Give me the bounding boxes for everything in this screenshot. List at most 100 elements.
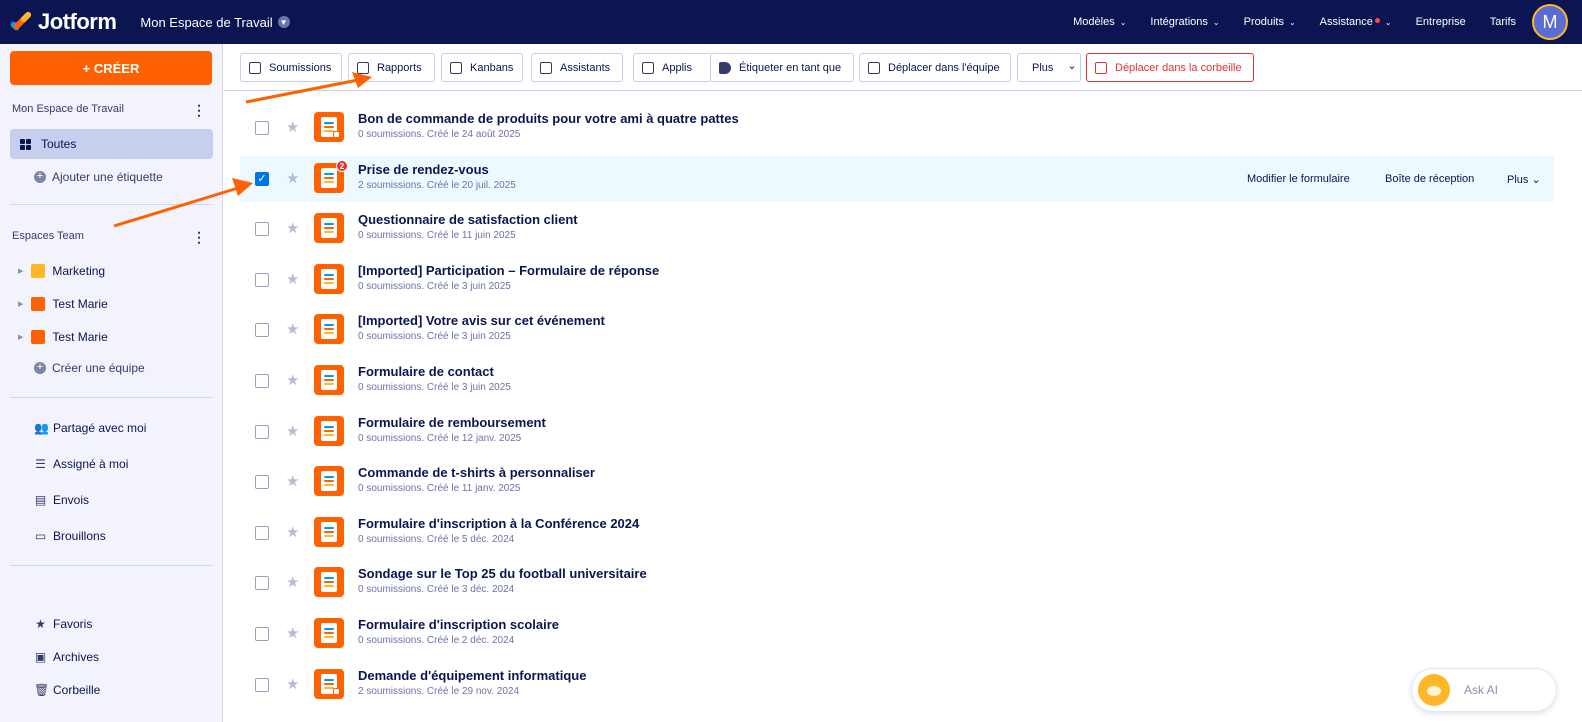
form-row[interactable]: ★ Formulaire d'inscription à la Conférenc… [240,510,1554,556]
form-checkbox[interactable] [255,272,269,287]
toolbar-button-trash[interactable]: Déplacer dans la corbeille [1086,53,1254,82]
nav-item-intégrations[interactable]: Intégrations ⌄ [1150,16,1219,28]
add-tag-link[interactable]: + Ajouter une étiquette [34,170,163,184]
toolbar-button-assistant[interactable]: Assistants [531,53,623,82]
nav-item-tarifs[interactable]: Tarifs [1490,16,1516,28]
favorite-star-icon[interactable]: ★ [286,472,299,490]
form-title[interactable]: [Imported] Participation – Formulaire de… [358,263,659,278]
favorite-star-icon[interactable]: ★ [286,422,299,440]
ask-ai-button[interactable]: Ask AI [1411,668,1557,712]
form-title[interactable]: Formulaire d'inscription à la Conférence… [358,516,639,531]
form-row[interactable]: ★ [Imported] Votre avis sur cet événement… [240,307,1554,353]
form-title[interactable]: Formulaire de contact [358,364,494,379]
form-row[interactable]: ★ Formulaire de remboursement 0 soumission… [240,409,1554,455]
form-title[interactable]: Questionnaire de satisfaction client [358,212,578,227]
edit-form-button[interactable]: Modifier le formulaire [1247,173,1350,185]
kanban-icon [450,61,462,74]
workspace-switcher[interactable]: Mon Espace de Travail ▼ [140,15,290,30]
sidebar-item-task-list[interactable]: ☰ Assigné à moi [34,457,128,471]
users-icon: 👥 [34,421,49,435]
favorite-star-icon[interactable]: ★ [286,169,299,187]
favorite-star-icon[interactable]: ★ [286,675,299,693]
assistant-icon [540,61,552,74]
top-navbar: Jotform Mon Espace de Travail ▼ Modèles ⌄… [0,0,1582,44]
sidebar-item-all[interactable]: Toutes [10,129,213,159]
nav-item-label: Entreprise [1415,16,1466,28]
sidebar-item-draft[interactable]: ▭ Brouillons [34,529,106,543]
form-subtitle: 0 soumissions. Créé le 3 juin 2025 [358,331,511,343]
toolbar-button-chevron-down[interactable]: Plus ⌄ [1017,53,1081,82]
more-button[interactable]: Plus ⌄ [1507,173,1541,186]
form-title[interactable]: Bon de commande de produits pour votre a… [358,111,739,126]
favorite-star-icon[interactable]: ★ [286,624,299,642]
form-title[interactable]: Formulaire de remboursement [358,415,546,430]
toolbar-button-table[interactable]: Soumissions [240,53,342,82]
form-checkbox[interactable] [255,121,269,135]
favorite-star-icon[interactable]: ★ [286,371,299,389]
form-row[interactable]: ★ [Imported] Participation – Formulaire d… [240,257,1554,303]
form-checkbox[interactable] [255,677,269,692]
nav-item-produits[interactable]: Produits ⌄ [1244,16,1296,28]
favorite-star-icon[interactable]: ★ [286,118,299,136]
favorite-star-icon[interactable]: ★ [286,573,299,591]
avatar[interactable]: M [1532,4,1568,40]
jotform-logo-icon [9,10,33,33]
jotform-logo[interactable]: Jotform [9,9,117,35]
create-button[interactable]: + CRÉER [10,51,212,85]
sidebar-team-item[interactable]: ▶ Marketing [18,264,105,278]
favorite-star-icon[interactable]: ★ [286,270,299,288]
sidebar-item-star[interactable]: ★ Favoris [34,617,92,631]
form-row[interactable]: ★ Formulaire d'inscription scolaire 0 soum… [240,611,1554,657]
sidebar-item-trash[interactable]: 🗑 Corbeille [34,683,100,697]
expand-triangle-icon[interactable]: ▶ [18,267,23,275]
form-title[interactable]: Prise de rendez-vous [358,162,489,177]
form-title[interactable]: Demande d'équipement informatique [358,668,586,683]
form-title[interactable]: Commande de t-shirts à personnaliser [358,465,595,480]
sidebar-item-users[interactable]: 👥 Partagé avec moi [34,421,146,435]
form-checkbox[interactable] [255,424,269,439]
form-title[interactable]: Sondage sur le Top 25 du football univer… [358,566,647,581]
form-checkbox[interactable] [255,576,269,591]
form-checkbox[interactable] [255,374,269,388]
toolbar-button-report[interactable]: Rapports [348,53,435,82]
nav-item-entreprise[interactable]: Entreprise [1416,16,1466,28]
sidebar-item-message[interactable]: ▤ Envois [34,493,89,507]
form-checkbox[interactable]: ✓ [255,171,269,186]
expand-triangle-icon[interactable]: ▶ [18,300,23,308]
form-checkbox[interactable] [255,475,269,490]
favorite-star-icon[interactable]: ★ [286,523,299,541]
teams-kebab-icon[interactable]: ⋮ [192,229,206,246]
sidebar-item-archive[interactable]: ▣ Archives [34,650,99,664]
form-row[interactable]: ★ Questionnaire de satisfaction client 0 s… [240,206,1554,252]
sidebar-team-item[interactable]: ▶ Test Marie [18,297,108,311]
form-row[interactable]: ✓ ★ 2 Prise de rendez-vous 2 soumissions. Cr… [240,155,1554,202]
nav-item-modèles[interactable]: Modèles ⌄ [1073,16,1126,28]
toolbar-button-kanban[interactable]: Kanbans [441,53,523,82]
inbox-button[interactable]: Boîte de réception [1385,173,1474,185]
form-checkbox[interactable] [255,627,269,641]
form-icon [314,618,344,648]
form-checkbox[interactable] [255,222,269,237]
toolbar-button-tag[interactable]: Étiqueter en tant que [710,53,854,82]
favorite-star-icon[interactable]: ★ [286,219,299,237]
form-row[interactable]: ★ Formulaire de contact 0 soumissions. Cré… [240,358,1554,404]
toolbar-button-apps[interactable]: Applis [633,53,712,82]
sidebar-team-item[interactable]: ▶ Test Marie [18,330,108,344]
expand-triangle-icon[interactable]: ▶ [18,333,23,341]
chevron-down-icon: ⌄ [1067,59,1077,72]
form-title[interactable]: [Imported] Votre avis sur cet événement [358,313,605,328]
form-row[interactable]: ★ Demande d'équipement informatique 2 soum… [240,662,1554,708]
favorite-star-icon[interactable]: ★ [286,320,299,338]
form-subtitle: 0 soumissions. Créé le 11 juin 2025 [358,230,516,242]
task-list-icon: ☰ [35,457,46,471]
form-title[interactable]: Formulaire d'inscription scolaire [358,617,559,632]
toolbar-button-move-team[interactable]: Déplacer dans l'équipe [859,53,1011,82]
form-row[interactable]: ★ Commande de t-shirts à personnaliser 0 s… [240,459,1554,505]
create-team-link[interactable]: + Créer une équipe [34,361,145,375]
workspace-kebab-icon[interactable]: ⋮ [192,102,206,119]
form-checkbox[interactable] [255,525,269,540]
form-checkbox[interactable] [255,323,269,338]
form-row[interactable]: ★ Bon de commande de produits pour votre … [240,105,1554,151]
nav-item-assistance[interactable]: Assistance ⌄ [1320,16,1392,28]
form-row[interactable]: ★ Sondage sur le Top 25 du football unive… [240,560,1554,606]
